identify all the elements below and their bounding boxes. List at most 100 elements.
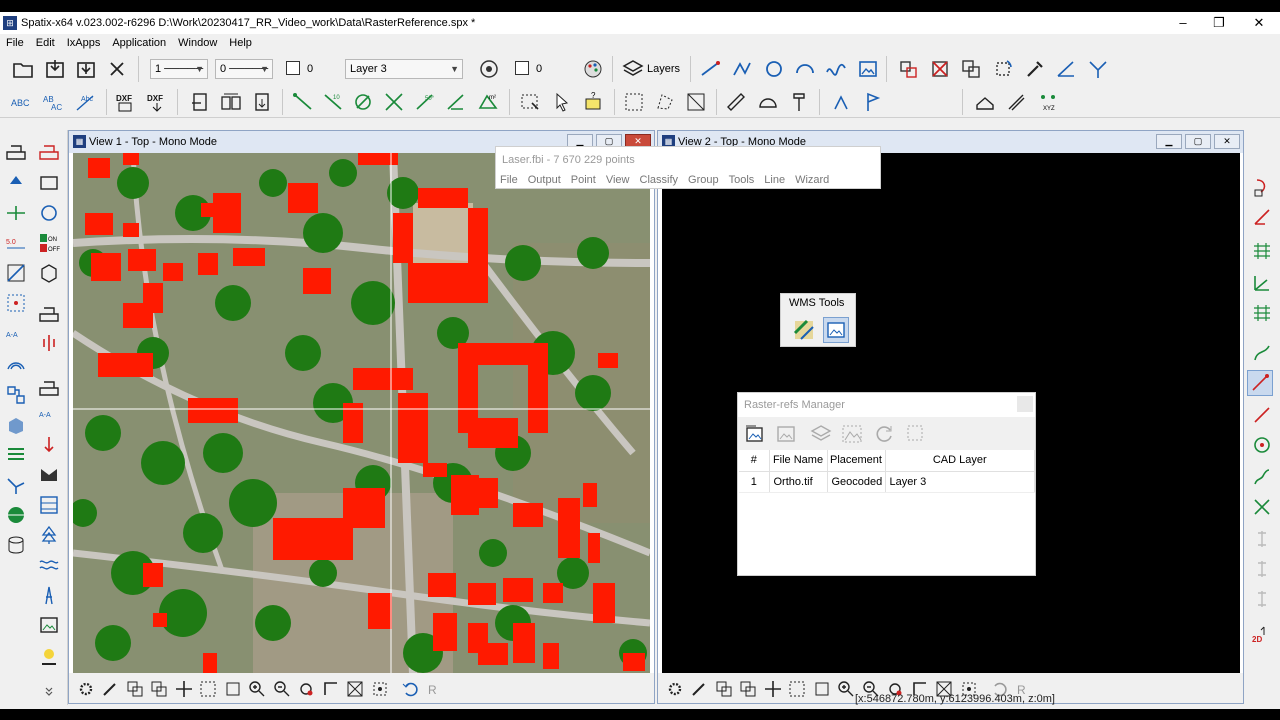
toggle-on-off-icon[interactable]: ON OFF (36, 230, 62, 256)
copy-icon[interactable] (958, 56, 984, 82)
split-line-icon[interactable] (1249, 402, 1275, 428)
building-2-icon[interactable] (36, 374, 62, 400)
snap-radius-icon[interactable] (381, 89, 407, 115)
view2-windows-icon[interactable] (737, 678, 759, 700)
view2-settings-icon[interactable] (664, 678, 686, 700)
caliper-icon[interactable] (786, 89, 812, 115)
vertical-dim-icon[interactable] (1249, 526, 1275, 552)
minimize-button[interactable]: – (1164, 12, 1202, 34)
view2-zoom-window-icon[interactable] (811, 678, 833, 700)
col-file-name[interactable]: File Name (769, 450, 828, 472)
cylinder-icon[interactable] (3, 532, 29, 558)
view-copy-icon[interactable] (124, 678, 146, 700)
open-folder-icon[interactable] (10, 56, 36, 82)
laser-menu-file[interactable]: File (500, 174, 518, 186)
zoom-out-icon[interactable] (271, 678, 293, 700)
raster-mountain-icon[interactable] (839, 421, 865, 447)
wave-icon[interactable] (36, 552, 62, 578)
join-icon[interactable] (1249, 464, 1275, 490)
file-import-icon[interactable] (187, 89, 213, 115)
col-index[interactable]: # (739, 450, 770, 472)
network-icon[interactable] (3, 382, 29, 408)
intersect-icon[interactable] (1085, 56, 1111, 82)
circle-icon[interactable] (36, 200, 62, 226)
rail-icon[interactable] (1003, 89, 1029, 115)
laser-menu-group[interactable]: Group (688, 174, 719, 186)
layers-icon[interactable] (620, 56, 646, 82)
snap-perpendicular-icon[interactable] (350, 89, 376, 115)
view-settings-icon[interactable] (75, 678, 97, 700)
curve-edit-icon[interactable] (1249, 340, 1275, 366)
text-along-icon[interactable]: Abc (72, 89, 98, 115)
box-3d-icon[interactable] (3, 412, 29, 438)
raster-refresh-icon[interactable] (871, 421, 897, 447)
view-2-close[interactable]: ✕ (1214, 134, 1240, 149)
maximize-button[interactable]: ❐ (1200, 12, 1238, 34)
import-icon[interactable] (42, 56, 68, 82)
dxf-export-icon[interactable]: DXF (144, 89, 170, 115)
section-a-icon[interactable]: A-A (3, 322, 29, 348)
view-2-maximize[interactable]: ▢ (1185, 134, 1211, 149)
bus-icon[interactable] (972, 89, 998, 115)
contour-icon[interactable] (3, 352, 29, 378)
view2-copy-icon[interactable] (713, 678, 735, 700)
laser-menu-output[interactable]: Output (528, 174, 561, 186)
ruler-icon[interactable] (723, 89, 749, 115)
laser-menu-line[interactable]: Line (764, 174, 785, 186)
laser-menu-wizard[interactable]: Wizard (795, 174, 829, 186)
snap-angle-icon[interactable]: 50° (412, 89, 438, 115)
envelope-icon[interactable] (36, 462, 62, 488)
select-all-icon[interactable] (369, 678, 391, 700)
col-cad-layer[interactable]: CAD Layer (885, 450, 1035, 472)
vertical-dim-3-icon[interactable] (1249, 586, 1275, 612)
view2-brush-icon[interactable] (688, 678, 710, 700)
section-b-icon[interactable]: A-A (36, 402, 62, 428)
draw-curve-icon[interactable] (823, 56, 849, 82)
layer-props-icon[interactable] (476, 56, 502, 82)
laser-menu-classify[interactable]: Classify (640, 174, 679, 186)
clip-select-icon[interactable] (683, 89, 709, 115)
menu-application[interactable]: Application (112, 37, 166, 49)
cross-icon[interactable] (1249, 494, 1275, 520)
laser-menu-point[interactable]: Point (571, 174, 596, 186)
undo-icon[interactable] (399, 678, 421, 700)
raster-layers-icon[interactable] (808, 421, 834, 447)
building-outline-icon[interactable] (36, 300, 62, 326)
pan-icon[interactable] (173, 678, 195, 700)
snap-line-icon[interactable] (290, 89, 316, 115)
table-row[interactable]: 1 Ortho.tif Geocoded Layer 3 (739, 471, 1035, 493)
raster-manager-close[interactable] (1017, 396, 1033, 412)
layers-label[interactable]: Layers (647, 63, 680, 75)
file-export-icon[interactable] (249, 89, 275, 115)
arrow-down-icon[interactable] (36, 432, 62, 458)
draw-line-icon[interactable] (697, 56, 723, 82)
pick-color-icon[interactable] (1022, 56, 1048, 82)
dimension-icon[interactable]: 5.0 (3, 230, 29, 256)
select-pointer-icon[interactable] (550, 89, 576, 115)
select-rect-icon[interactable] (517, 89, 543, 115)
protractor-icon[interactable] (755, 89, 781, 115)
view2-zoom-fit-icon[interactable] (786, 678, 808, 700)
grid-edit-icon[interactable] (1249, 238, 1275, 264)
close-file-icon[interactable] (104, 56, 130, 82)
line-width-select[interactable]: 1 ───── ▼ (150, 59, 208, 79)
extent-icon[interactable] (344, 678, 366, 700)
view-2d-icon[interactable]: 2D (1249, 622, 1275, 648)
delete-icon[interactable] (927, 56, 953, 82)
zoom-fit-icon[interactable] (197, 678, 219, 700)
flag-point-icon[interactable] (860, 89, 886, 115)
view2-pan-icon[interactable] (762, 678, 784, 700)
polygon-select-icon[interactable] (652, 89, 678, 115)
grid-3d-icon[interactable] (1249, 300, 1275, 326)
view-2-minimize[interactable]: ▁ (1156, 134, 1182, 149)
palette-icon[interactable] (580, 56, 606, 82)
more-tools-chevron-icon[interactable] (36, 684, 62, 698)
table-grid-icon[interactable] (36, 492, 62, 518)
zoom-previous-icon[interactable] (295, 678, 317, 700)
lamp-icon[interactable] (36, 644, 62, 670)
add-raster-icon[interactable] (742, 421, 768, 447)
raster-image-icon[interactable] (773, 421, 799, 447)
globe-icon[interactable] (3, 502, 29, 528)
view-brush-icon[interactable] (99, 678, 121, 700)
wms-map-icon[interactable] (791, 317, 817, 343)
